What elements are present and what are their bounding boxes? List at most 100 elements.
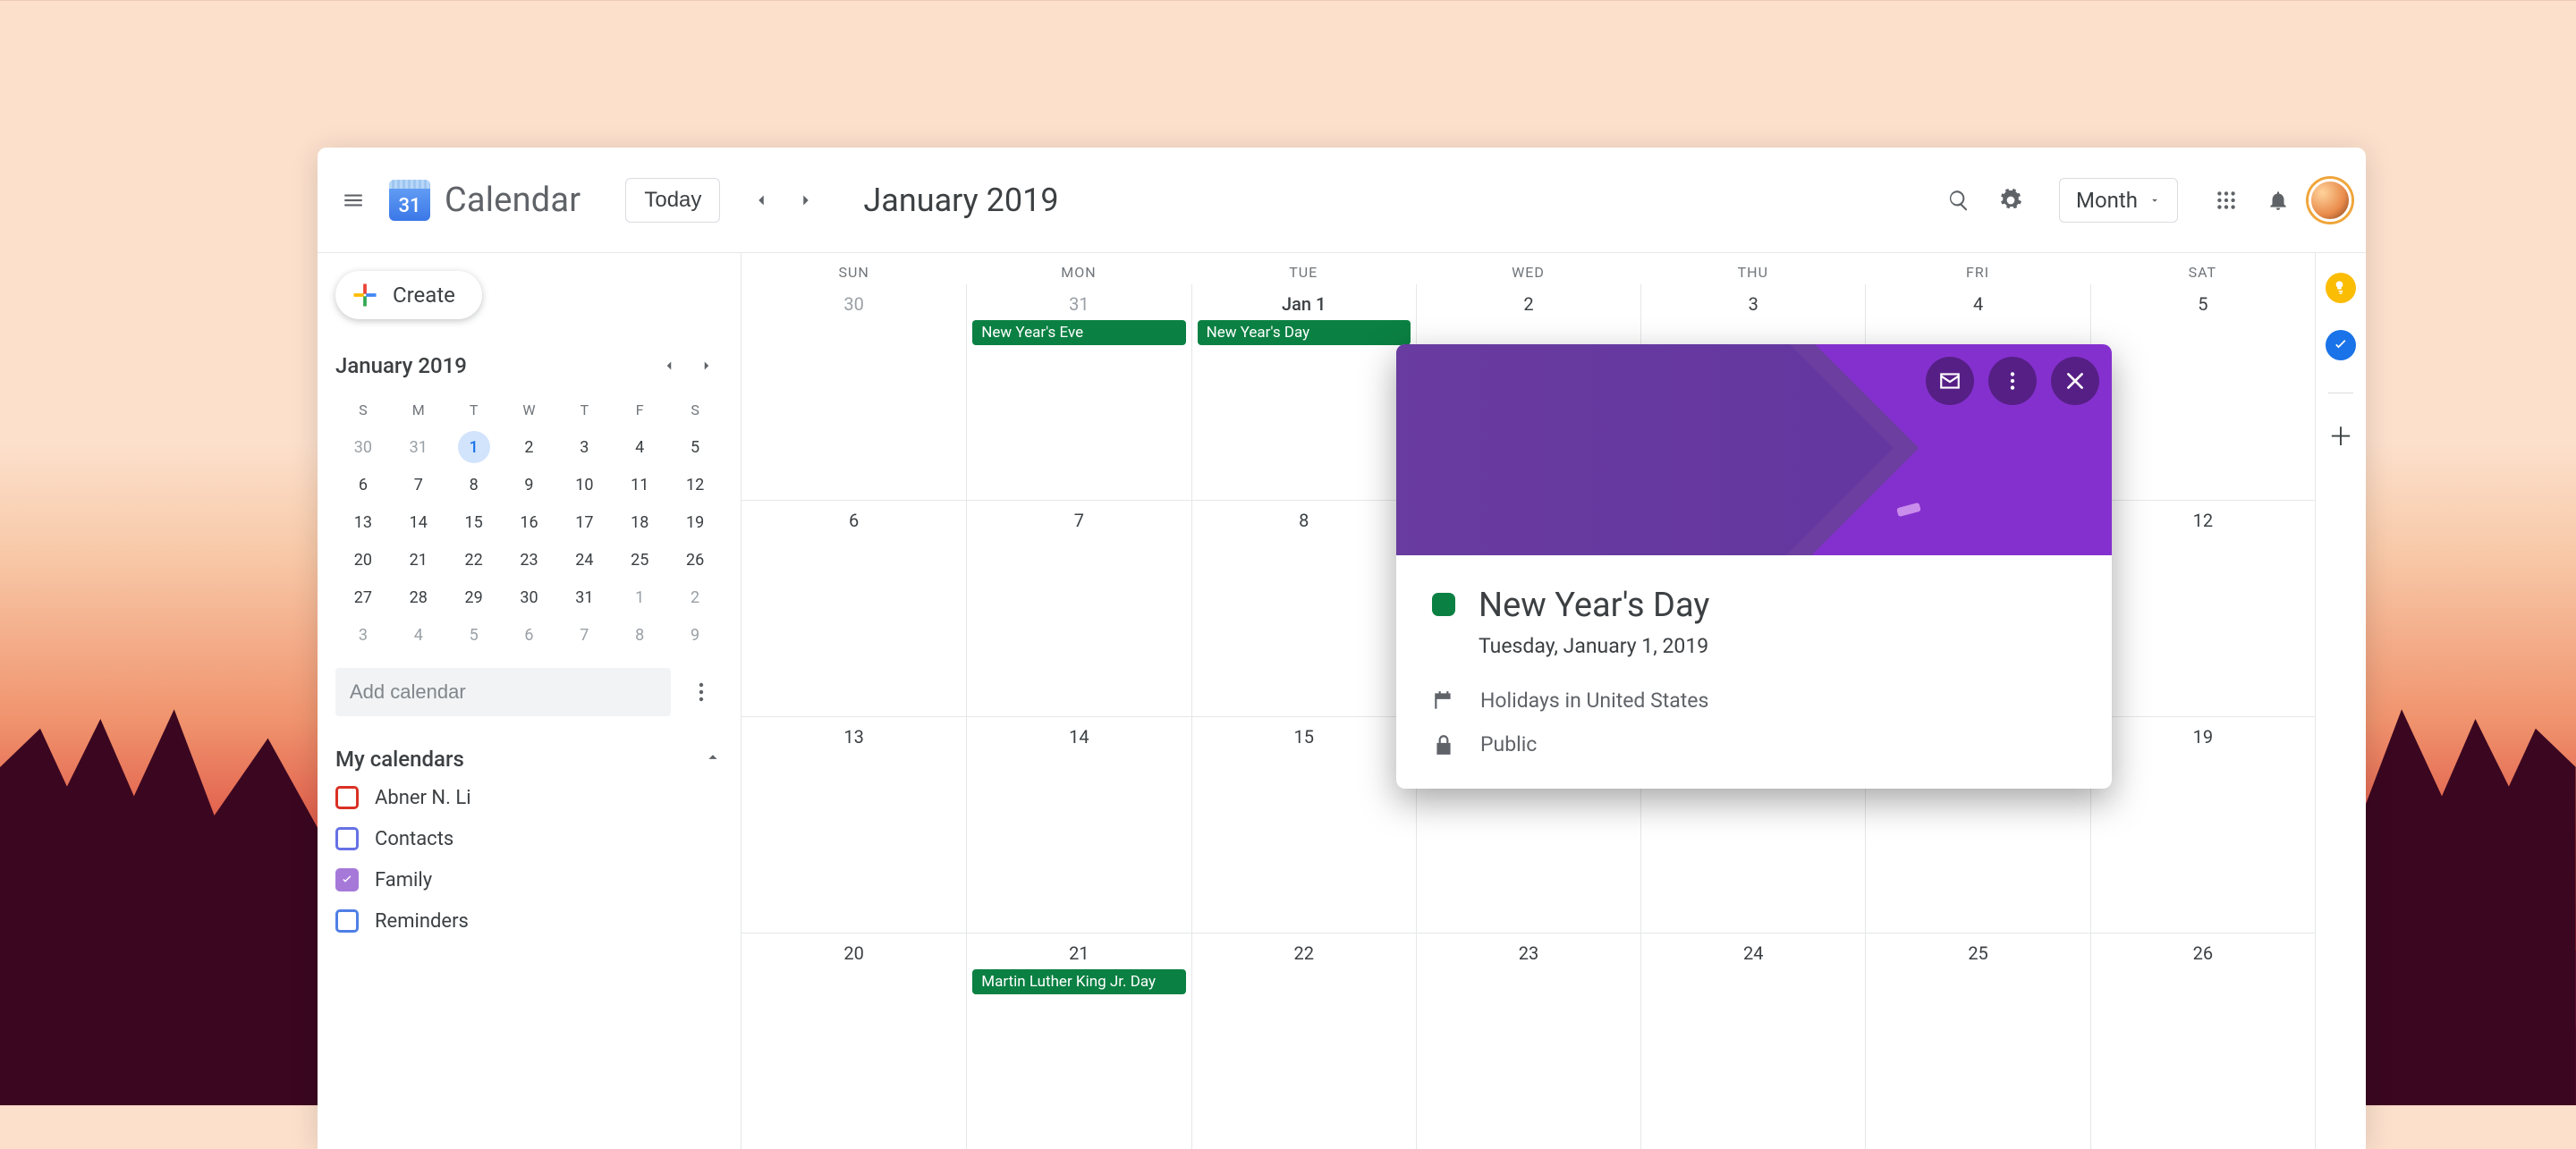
tasks-addon-button[interactable] — [2326, 330, 2356, 360]
event-calendar-name: Holidays in United States — [1480, 689, 1708, 713]
account-avatar[interactable] — [2309, 179, 2351, 222]
search-button[interactable] — [1937, 179, 1980, 222]
day-cell[interactable]: 21Martin Luther King Jr. Day — [966, 934, 1191, 1149]
mini-day-cell[interactable]: 5 — [446, 616, 502, 654]
day-cell[interactable]: 5 — [2090, 284, 2315, 500]
mini-day-cell[interactable]: 17 — [556, 503, 612, 541]
mini-day-cell[interactable]: 9 — [667, 616, 723, 654]
mini-day-cell[interactable]: 22 — [446, 541, 502, 579]
mini-day-cell[interactable]: 19 — [667, 503, 723, 541]
day-cell[interactable]: 14 — [966, 717, 1191, 933]
mini-day-cell[interactable]: 18 — [612, 503, 667, 541]
main-menu-button[interactable] — [332, 179, 375, 222]
day-cell[interactable]: 30 — [741, 284, 966, 500]
next-period-button[interactable] — [784, 179, 827, 222]
mini-day-cell[interactable]: 14 — [391, 503, 446, 541]
mini-day-cell[interactable]: 8 — [612, 616, 667, 654]
event-chip[interactable]: Martin Luther King Jr. Day — [972, 969, 1185, 994]
mini-day-cell[interactable]: 7 — [391, 466, 446, 503]
day-cell[interactable]: 6 — [741, 501, 966, 716]
confetti-icon — [1459, 477, 1483, 488]
mini-day-cell[interactable]: 30 — [502, 579, 557, 616]
mini-day-cell[interactable]: 6 — [335, 466, 391, 503]
google-apps-button[interactable] — [2205, 179, 2248, 222]
day-cell[interactable]: Jan 1New Year's Day — [1191, 284, 1416, 500]
event-title: New Year's Day — [1479, 586, 1709, 625]
mini-day-cell[interactable]: 24 — [556, 541, 612, 579]
event-chip[interactable]: New Year's Day — [1198, 320, 1411, 345]
mini-day-cell[interactable]: 29 — [446, 579, 502, 616]
mini-day-cell[interactable]: 10 — [556, 466, 612, 503]
mini-day-cell[interactable]: 27 — [335, 579, 391, 616]
streamer-icon — [1566, 364, 1736, 427]
day-cell[interactable]: 22 — [1191, 934, 1416, 1149]
event-options-button[interactable] — [1988, 357, 2037, 405]
mini-day-cell[interactable]: 16 — [502, 503, 557, 541]
day-cell[interactable]: 26 — [2090, 934, 2315, 1149]
mini-day-cell[interactable]: 6 — [502, 616, 557, 654]
day-number: 31 — [970, 290, 1187, 320]
view-selector[interactable]: Month — [2059, 178, 2178, 223]
create-event-button[interactable]: Create — [335, 271, 482, 319]
day-cell[interactable]: 19 — [2090, 717, 2315, 933]
mini-day-cell[interactable]: 4 — [612, 428, 667, 466]
mini-day-cell[interactable]: 8 — [446, 466, 502, 503]
mini-day-cell[interactable]: 1 — [446, 428, 502, 466]
confetti-icon — [1664, 476, 1689, 490]
calendar-list-item[interactable]: Contacts — [335, 827, 723, 850]
calendar-checkbox[interactable] — [335, 786, 359, 809]
mini-day-cell[interactable]: 12 — [667, 466, 723, 503]
mini-day-cell[interactable]: 3 — [556, 428, 612, 466]
close-popup-button[interactable] — [2051, 357, 2099, 405]
mini-day-cell[interactable]: 23 — [502, 541, 557, 579]
calendar-checkbox[interactable] — [335, 868, 359, 891]
prev-period-button[interactable] — [740, 179, 783, 222]
calendar-list-item[interactable]: Abner N. Li — [335, 786, 723, 809]
email-event-button[interactable] — [1926, 357, 1974, 405]
mini-day-cell[interactable]: 9 — [502, 466, 557, 503]
mini-day-cell[interactable]: 11 — [612, 466, 667, 503]
notifications-button[interactable] — [2257, 179, 2300, 222]
mini-day-cell[interactable]: 7 — [556, 616, 612, 654]
keep-addon-button[interactable] — [2326, 273, 2356, 303]
day-cell[interactable]: 23 — [1416, 934, 1640, 1149]
day-cell[interactable]: 25 — [1865, 934, 2089, 1149]
day-cell[interactable]: 15 — [1191, 717, 1416, 933]
day-cell[interactable]: 31New Year's Eve — [966, 284, 1191, 500]
mini-day-cell[interactable]: 5 — [667, 428, 723, 466]
mini-day-cell[interactable]: 28 — [391, 579, 446, 616]
calendar-list-item[interactable]: Reminders — [335, 909, 723, 933]
day-cell[interactable]: 7 — [966, 501, 1191, 716]
today-button[interactable]: Today — [625, 178, 720, 223]
mini-day-cell[interactable]: 30 — [335, 428, 391, 466]
mini-day-cell[interactable]: 31 — [556, 579, 612, 616]
calendar-checkbox[interactable] — [335, 827, 359, 850]
calendar-checkbox[interactable] — [335, 909, 359, 933]
day-cell[interactable]: 20 — [741, 934, 966, 1149]
add-calendar-input[interactable] — [335, 668, 671, 716]
mini-day-cell[interactable]: 2 — [667, 579, 723, 616]
day-cell[interactable]: 24 — [1640, 934, 1865, 1149]
event-chip[interactable]: New Year's Eve — [972, 320, 1185, 345]
mini-day-cell[interactable]: 1 — [612, 579, 667, 616]
get-addons-button[interactable]: ＋ — [2326, 420, 2356, 451]
settings-button[interactable] — [1989, 179, 2032, 222]
mini-day-cell[interactable]: 26 — [667, 541, 723, 579]
mini-day-cell[interactable]: 15 — [446, 503, 502, 541]
calendar-list-item[interactable]: Family — [335, 868, 723, 891]
my-calendars-section-header[interactable]: My calendars — [335, 747, 723, 772]
mini-next-month-button[interactable] — [691, 350, 723, 382]
day-cell[interactable]: 12 — [2090, 501, 2315, 716]
mini-day-cell[interactable]: 21 — [391, 541, 446, 579]
mini-day-cell[interactable]: 2 — [502, 428, 557, 466]
mini-day-cell[interactable]: 4 — [391, 616, 446, 654]
mini-day-cell[interactable]: 20 — [335, 541, 391, 579]
mini-day-cell[interactable]: 25 — [612, 541, 667, 579]
day-cell[interactable]: 8 — [1191, 501, 1416, 716]
add-calendar-options-button[interactable] — [680, 671, 723, 714]
mini-day-cell[interactable]: 31 — [391, 428, 446, 466]
day-cell[interactable]: 13 — [741, 717, 966, 933]
mini-day-cell[interactable]: 13 — [335, 503, 391, 541]
mini-day-cell[interactable]: 3 — [335, 616, 391, 654]
mini-prev-month-button[interactable] — [653, 350, 685, 382]
